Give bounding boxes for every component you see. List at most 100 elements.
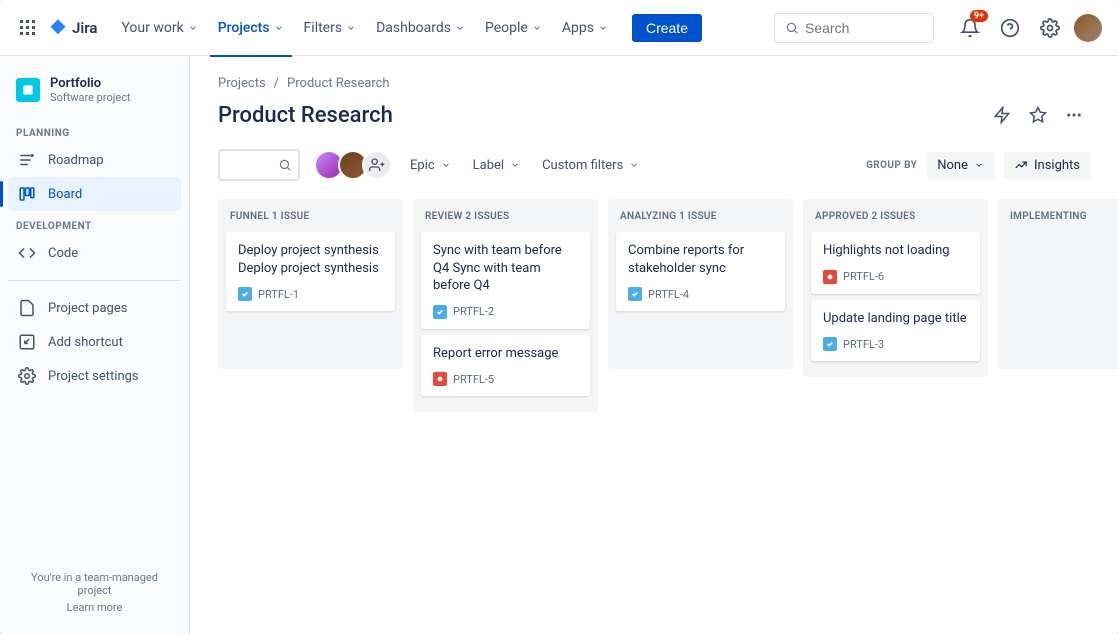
chevron-down-icon xyxy=(274,23,284,33)
page-icon xyxy=(18,299,36,317)
card-title: Update landing page title xyxy=(823,310,968,328)
main-content: Projects / Product Research Product Rese… xyxy=(190,56,1118,634)
global-search-input[interactable] xyxy=(805,20,923,36)
sidebar-item-project-pages[interactable]: Project pages xyxy=(8,291,181,325)
sidebar-item-label: Code xyxy=(48,246,78,261)
app-switcher-icon[interactable] xyxy=(16,16,40,40)
bug-icon xyxy=(433,372,447,386)
chevron-down-icon xyxy=(532,23,542,33)
sidebar-item-label: Project settings xyxy=(48,369,139,384)
sidebar-item-roadmap[interactable]: Roadmap xyxy=(8,143,181,177)
sidebar-item-project-settings[interactable]: Project settings xyxy=(8,359,181,393)
card-title: Sync with team before Q4 Sync with team … xyxy=(433,242,578,295)
epic-filter[interactable]: Epic xyxy=(406,154,455,177)
notifications-icon[interactable]: 9+ xyxy=(954,12,986,44)
task-icon xyxy=(628,287,642,301)
column-header: FUNNEL 1 ISSUE xyxy=(224,209,397,232)
issue-card[interactable]: Report error message PRTFL-5 xyxy=(421,335,590,397)
column-header: ANALYZING 1 ISSUE xyxy=(614,209,787,232)
user-avatar[interactable] xyxy=(1074,14,1102,42)
column-header: APPROVED 2 ISSUES xyxy=(809,209,982,232)
nav-item-label: Apps xyxy=(562,20,594,36)
sidebar-item-add-shortcut[interactable]: Add shortcut xyxy=(8,325,181,359)
global-search[interactable] xyxy=(774,13,934,43)
group-by-select[interactable]: None xyxy=(927,152,994,179)
project-name: Portfolio xyxy=(50,76,131,91)
card-title: Deploy project synthesis Deploy project … xyxy=(238,242,383,277)
nav-item-label: Projects xyxy=(218,20,270,36)
section-planning-title: PLANNING xyxy=(8,118,181,143)
nav-items: Your work Projects FiltersDashboardsPeople… xyxy=(113,16,615,40)
sidebar-item-label: Board xyxy=(48,187,82,202)
board-column: IMPLEMENTING xyxy=(998,199,1118,369)
nav-item-apps[interactable]: Apps xyxy=(554,16,616,40)
board-controls: Epic Label Custom filters GROUP BY None xyxy=(218,149,1090,181)
nav-item-people[interactable]: People xyxy=(477,16,550,40)
create-button[interactable]: Create xyxy=(632,14,702,42)
project-type: Software project xyxy=(50,91,131,104)
chevron-down-icon xyxy=(598,23,608,33)
roadmap-icon xyxy=(18,151,36,169)
nav-item-projects[interactable]: Projects xyxy=(210,16,292,40)
automation-icon[interactable] xyxy=(986,99,1018,131)
insights-button[interactable]: Insights xyxy=(1004,152,1090,179)
breadcrumb-leaf[interactable]: Product Research xyxy=(287,76,390,91)
star-icon[interactable] xyxy=(1022,99,1054,131)
footer-text: You're in a team-managed project xyxy=(31,571,158,597)
issue-card[interactable]: Sync with team before Q4 Sync with team … xyxy=(421,232,590,329)
notification-badge: 9+ xyxy=(970,10,988,22)
issue-card[interactable]: Deploy project synthesis Deploy project … xyxy=(226,232,395,311)
more-icon[interactable] xyxy=(1058,99,1090,131)
task-icon xyxy=(823,337,837,351)
sidebar-item-label: Project pages xyxy=(48,301,127,316)
breadcrumb-root[interactable]: Projects xyxy=(218,76,266,91)
issue-card[interactable]: Update landing page title PRTFL-3 xyxy=(811,300,980,362)
issue-id: PRTFL-2 xyxy=(453,305,494,318)
issue-id: PRTFL-1 xyxy=(258,288,299,301)
issue-id: PRTFL-4 xyxy=(648,288,689,301)
sidebar-item-code[interactable]: Code xyxy=(8,236,181,270)
card-title: Highlights not loading xyxy=(823,242,968,260)
issue-id: PRTFL-6 xyxy=(843,270,884,283)
add-icon xyxy=(18,333,36,351)
nav-item-filters[interactable]: Filters xyxy=(296,16,365,40)
nav-item-dashboards[interactable]: Dashboards xyxy=(368,16,473,40)
nav-item-your-work[interactable]: Your work xyxy=(113,16,205,40)
board-search[interactable] xyxy=(218,149,300,181)
issue-card[interactable]: Combine reports for stakeholder syncPRTF… xyxy=(616,232,785,311)
jira-logo[interactable]: Jira xyxy=(48,18,97,38)
sidebar-item-board[interactable]: Board xyxy=(8,177,181,211)
settings-icon xyxy=(18,367,36,385)
epic-filter-label: Epic xyxy=(410,158,435,173)
sidebar-item-label: Add shortcut xyxy=(48,335,123,350)
code-icon xyxy=(18,244,36,262)
chevron-down-icon xyxy=(455,23,465,33)
chevron-down-icon xyxy=(346,23,356,33)
help-icon[interactable] xyxy=(994,12,1026,44)
settings-icon[interactable] xyxy=(1034,12,1066,44)
label-filter-label: Label xyxy=(473,158,504,173)
breadcrumb: Projects / Product Research xyxy=(218,76,1090,91)
custom-filters[interactable]: Custom filters xyxy=(538,154,643,177)
sidebar-footer: You're in a team-managed project Learn m… xyxy=(8,563,181,622)
board: FUNNEL 1 ISSUE Deploy project synthesis D… xyxy=(218,199,1090,412)
card-title: Report error message xyxy=(433,345,578,363)
task-icon xyxy=(433,305,447,319)
task-icon xyxy=(238,287,252,301)
issue-id: PRTFL-3 xyxy=(843,338,884,351)
project-header[interactable]: Portfolio Software project xyxy=(8,76,181,118)
group-by-label: GROUP BY xyxy=(866,160,917,171)
label-filter[interactable]: Label xyxy=(469,154,524,177)
section-development-title: DEVELOPMENT xyxy=(8,211,181,236)
board-column: ANALYZING 1 ISSUECombine reports for sta… xyxy=(608,199,793,369)
page-title: Product Research xyxy=(218,103,393,128)
learn-more-link[interactable]: Learn more xyxy=(16,601,173,614)
issue-card[interactable]: Highlights not loading PRTFL-6 xyxy=(811,232,980,294)
bug-icon xyxy=(823,270,837,284)
board-column: FUNNEL 1 ISSUE Deploy project synthesis D… xyxy=(218,199,403,369)
nav-item-label: Your work xyxy=(121,20,183,36)
add-person-button[interactable] xyxy=(362,150,392,180)
issue-id: PRTFL-5 xyxy=(453,373,494,386)
logo-text: Jira xyxy=(72,19,97,37)
custom-filters-label: Custom filters xyxy=(542,158,623,173)
